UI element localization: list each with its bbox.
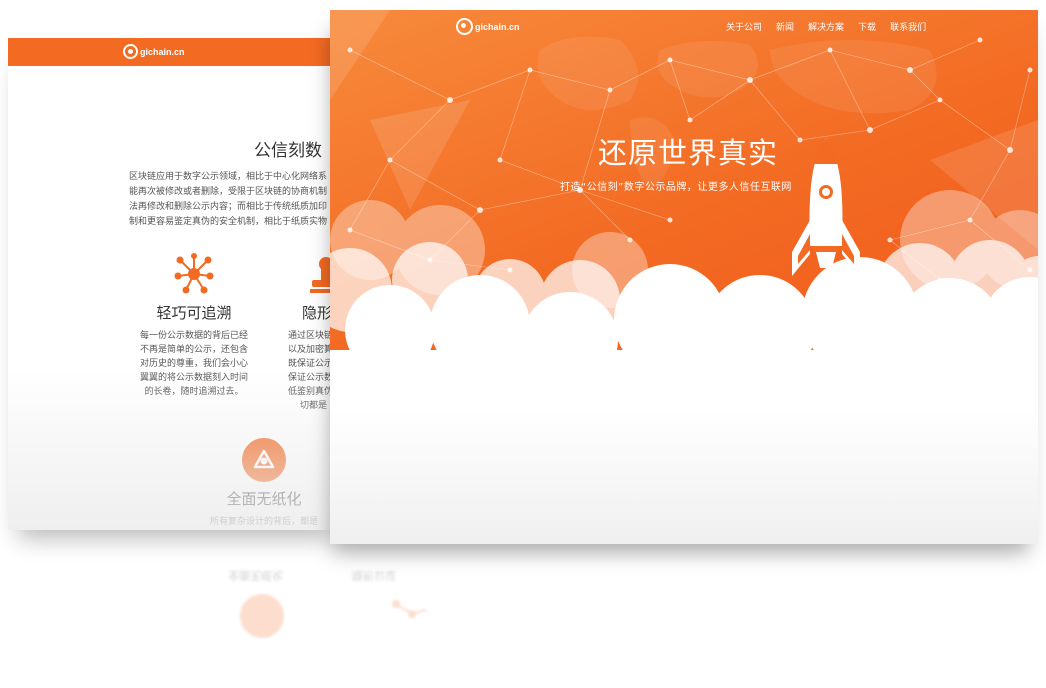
paragraph-line: 区块链应用于数字公示领域，相比于中心化网络系 (129, 172, 328, 182)
desc-line: 每一份公示数据的背后已经 (139, 331, 248, 341)
feature-invisible: 隐形 通过区块链 以及加密算 既保证公示 保证公示数 低鉴别真伪 切都是 (278, 252, 338, 413)
desc-line: 对历史的尊重，我们会小心 (139, 359, 248, 369)
feature-description: 所有复杂设计的背后，都是 (194, 515, 334, 529)
desc-line: 翼翼的将公示数据刻入时间 (139, 373, 248, 383)
paragraph-line: 法再修改和删除公示内容；而相比于传统纸质加印 (129, 202, 328, 212)
recycle-triangle-icon (242, 438, 286, 482)
logo-d-icon (123, 44, 138, 59)
desc-line: 不再是简单的公示，还包含 (139, 345, 248, 355)
feature-traceable: 轻巧可追溯 每一份公示数据的背后已经 不再是简单的公示，还包含 对历史的尊重，我… (124, 252, 264, 399)
reflection-icon (240, 594, 427, 638)
section-title: 公信刻数 (254, 141, 322, 161)
intro-paragraph: 区块链应用于数字公示领域，相比于中心化网络系 能再次被修改或者删除，受限于区块链… (129, 170, 338, 230)
front-page-mockup: gichain.cn 关于公司 新闻 解决方案 下载 联系我们 还原世界真实 打… (330, 10, 1038, 544)
network-nodes-icon (174, 253, 214, 294)
mockup-reflection: 全面无纸化 隐形公证 (200, 548, 500, 668)
paragraph-line: 制和更容易鉴定真伪的安全机制，相比于纸质实物 (129, 217, 328, 227)
rocket-icon (792, 138, 860, 356)
bottom-fade (330, 410, 1038, 544)
feature-paperless: 全面无纸化 所有复杂设计的背后，都是 (194, 438, 334, 529)
desc-line: 所有复杂设计的背后，都是 (209, 517, 318, 527)
back-logo[interactable]: gichain.cn (123, 44, 185, 59)
desc-line: 的长卷，随时追溯过去。 (144, 387, 244, 397)
logo-text: gichain.cn (140, 46, 185, 57)
back-nav-bar: gichain.cn (8, 38, 338, 66)
reflection-text: 全面无纸化 (228, 569, 283, 582)
paragraph-line: 能再次被修改或者删除，受限于区块链的协商机制 (129, 187, 328, 197)
reflection-text: 隐形公证 (352, 569, 396, 582)
back-page-mockup: gichain.cn 公信刻数 区块链应用于数字公示领域，相比于中心化网络系 能… (8, 38, 338, 530)
feature-title: 轻巧可追溯 (156, 304, 232, 322)
feature-title: 全面无纸化 (226, 490, 302, 508)
feature-description: 每一份公示数据的背后已经 不再是简单的公示，还包含 对历史的尊重，我们会小心 翼… (124, 329, 264, 399)
